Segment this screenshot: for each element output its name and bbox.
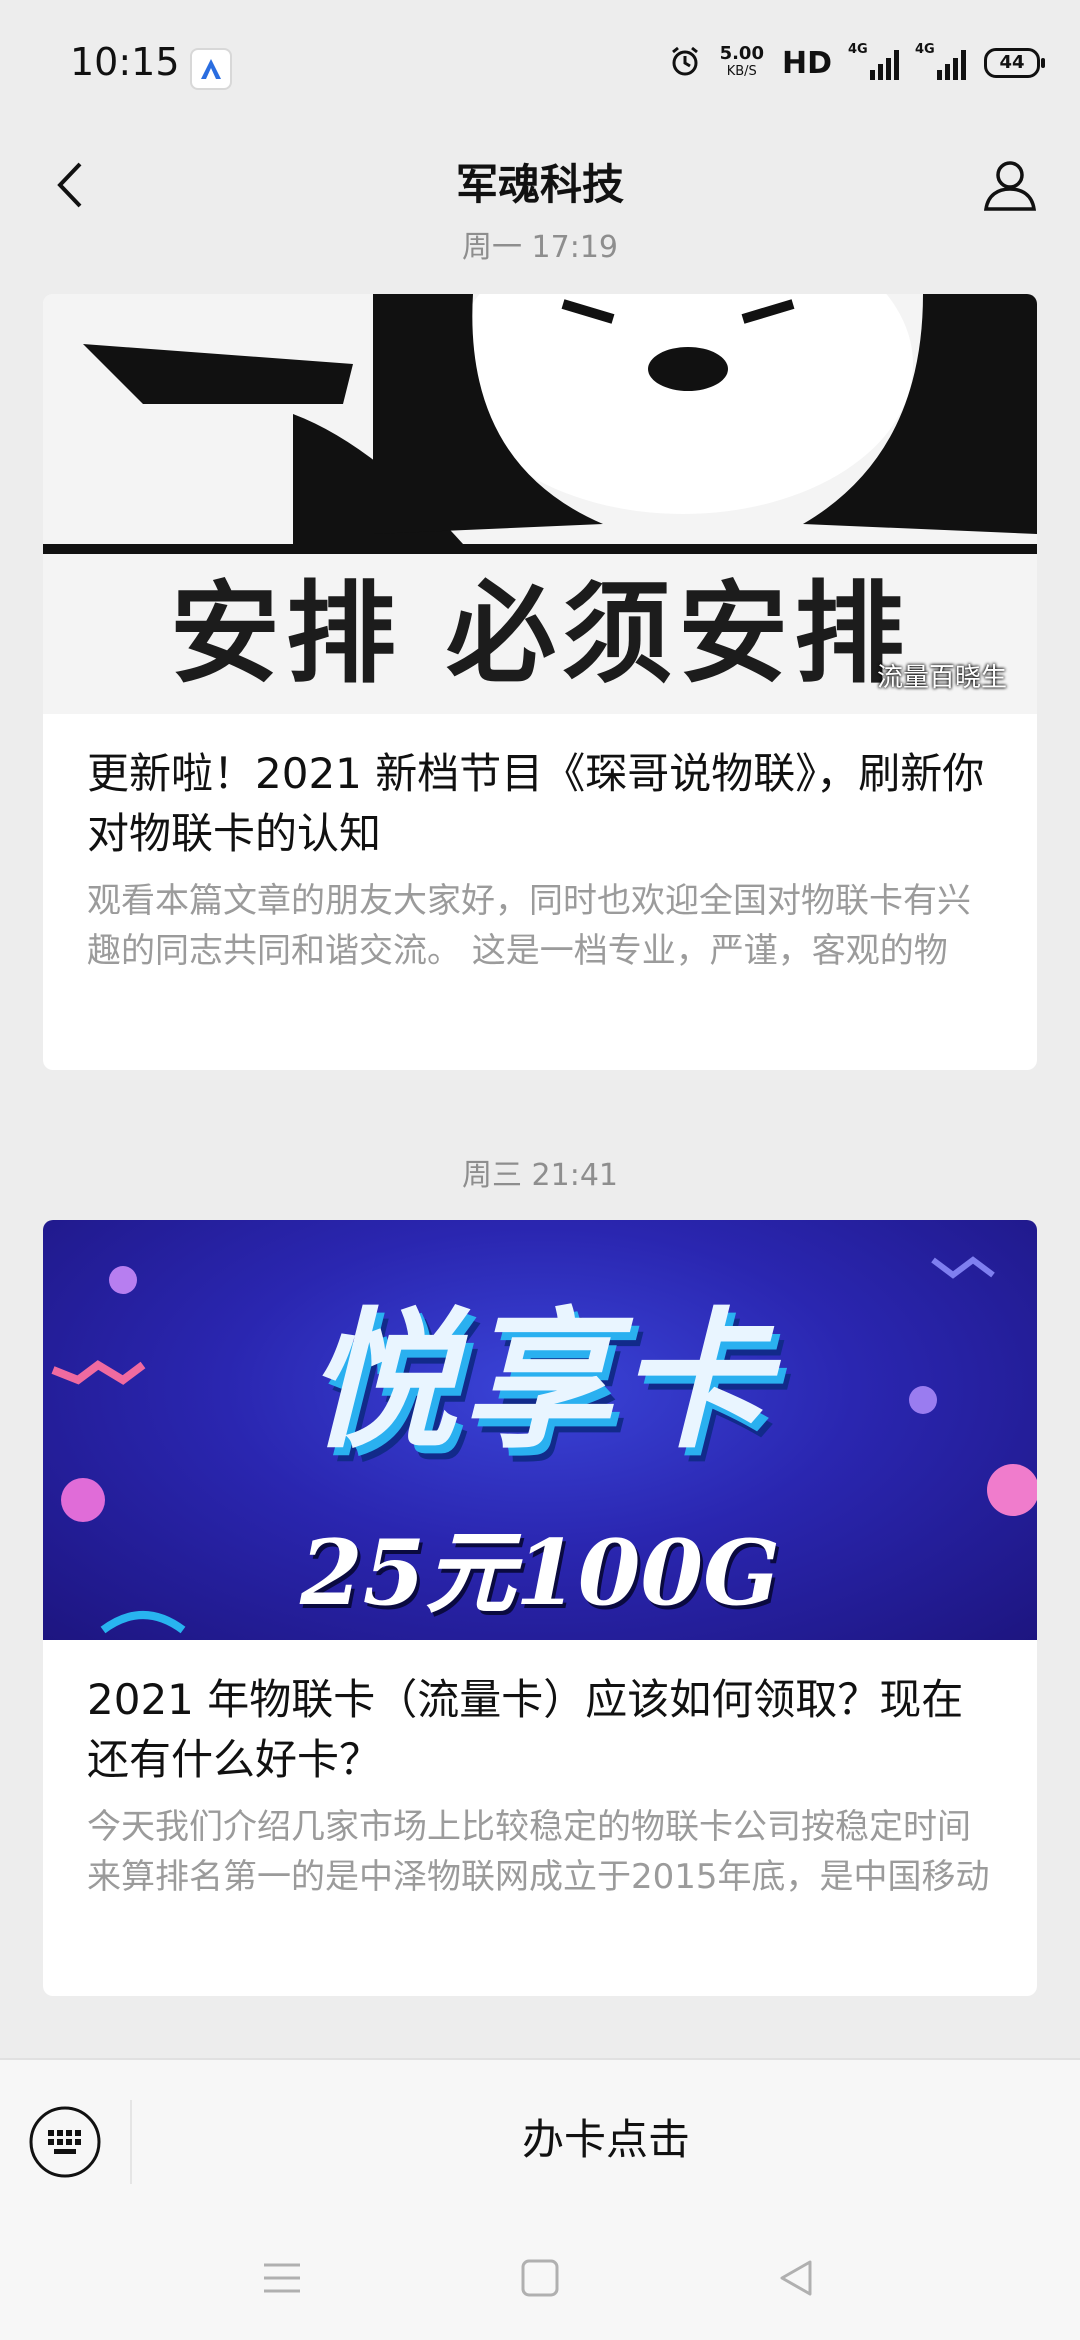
cover-price: 25元100G <box>300 1520 780 1626</box>
status-icons: 5.00 KB/S HD 4G 4G 44 <box>668 42 1045 82</box>
article-card[interactable]: 安排 必须安排 流量百晓生 更新啦！2021 新档节目《琛哥说物联》，刷新你对物… <box>43 294 1037 1070</box>
message-time: 周一 17:19 <box>462 230 618 265</box>
article-cover-image: 安排 必须安排 流量百晓生 <box>43 294 1037 714</box>
article-summary: 今天我们介绍几家市场上比较稳定的物联卡公司按稳定时间来算排名第一的是中泽物联网成… <box>87 1807 990 1897</box>
keyboard-icon <box>29 2106 101 2178</box>
article-cover-image: 悦享卡 25元100G <box>43 1220 1037 1640</box>
nav-back-button[interactable] <box>766 2248 826 2308</box>
nav-menu-button[interactable] <box>252 2248 312 2308</box>
signal-icon-2: 4G <box>915 42 966 80</box>
person-icon <box>983 161 1037 211</box>
cover-watermark: 流量百晓生 <box>876 663 1007 693</box>
message-time: 周三 21:41 <box>462 1158 618 1193</box>
network-speed: 5.00 KB/S <box>719 43 764 80</box>
menu-item-apply-card[interactable]: 办卡点击 <box>132 2060 1080 2220</box>
menu-icon <box>264 2263 300 2293</box>
nav-home-button[interactable] <box>510 2248 570 2308</box>
status-time: 10:15 <box>70 40 180 84</box>
keyboard-toggle-button[interactable] <box>28 2105 102 2179</box>
app-notification-icon <box>190 48 232 90</box>
status-bar: 10:15 5.00 KB/S HD 4G 4G 44 <box>0 0 1080 130</box>
system-nav-bar <box>0 2218 1080 2340</box>
back-triangle-icon <box>780 2260 812 2296</box>
bottom-menu-bar: 办卡点击 <box>0 2058 1080 2220</box>
cover-title: 悦享卡 <box>305 1295 774 1469</box>
article-headline: 更新啦！2021 新档节目《琛哥说物联》，刷新你对物联卡的认知 <box>87 749 985 858</box>
alarm-icon <box>668 44 702 82</box>
article-card[interactable]: 悦享卡 25元100G 2021 年物联卡（流量卡）应该如何领取？现在还有什么好… <box>43 1220 1037 1996</box>
signal-icon: 4G <box>848 42 899 80</box>
home-icon <box>521 2259 559 2297</box>
article-summary: 观看本篇文章的朋友大家好，同时也欢迎全国对物联卡有兴趣的同志共同和谐交流。 这是… <box>87 881 971 971</box>
hd-indicator: HD <box>781 45 832 81</box>
article-headline: 2021 年物联卡（流量卡）应该如何领取？现在还有什么好卡？ <box>87 1675 964 1784</box>
battery-icon: 44 <box>984 48 1045 78</box>
